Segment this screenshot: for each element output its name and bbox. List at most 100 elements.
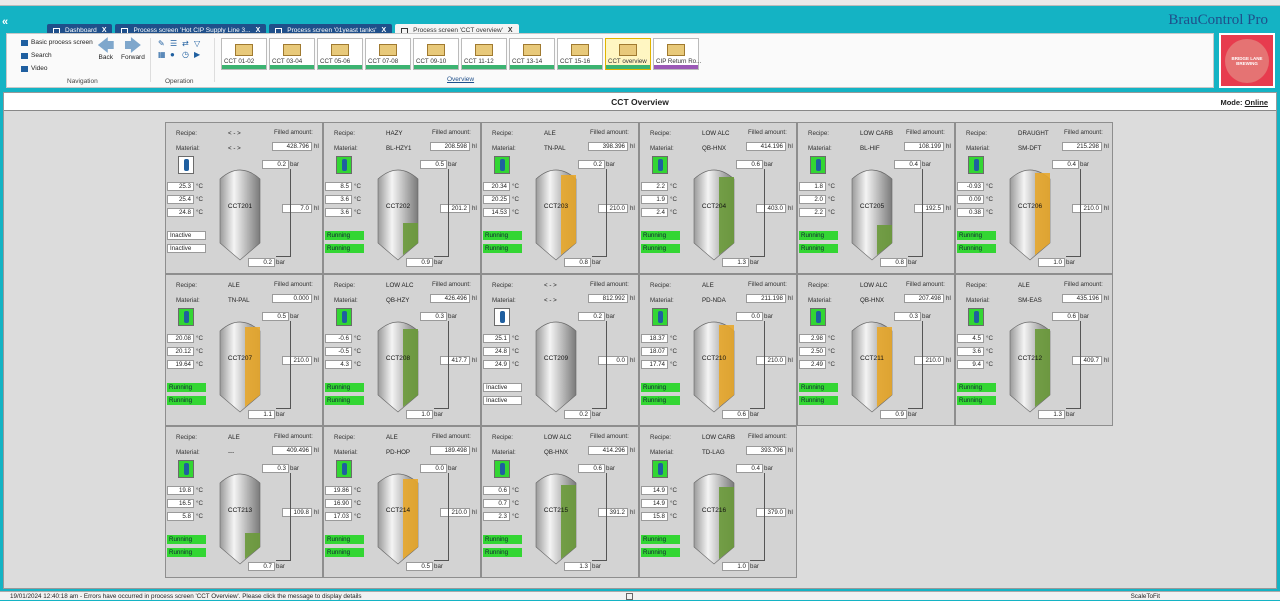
top-pressure-value: 0.4	[894, 160, 921, 169]
video-button[interactable]: Video	[21, 65, 48, 72]
temperature-unit: °C	[828, 209, 835, 216]
status-indicator: Running	[799, 231, 838, 240]
tank-vessel[interactable]: CCT210	[692, 315, 736, 415]
recipe-value: ALE	[1018, 282, 1030, 289]
clock-icon[interactable]: ◷	[182, 50, 192, 59]
tank-cell[interactable]: Recipe: LOW CARB Material: TD-LAG Filled amo…	[639, 426, 797, 578]
agitator-pump-icon[interactable]	[968, 308, 984, 326]
temperature-value: 18.37	[641, 334, 668, 343]
tank-cell[interactable]: Recipe: LOW ALC Material: QB-HNX Filled amou…	[797, 274, 955, 426]
tank-vessel[interactable]: CCT212	[1008, 315, 1052, 415]
tank-cell[interactable]: Recipe: LOW ALC Material: QB-HZY Filled amou…	[323, 274, 481, 426]
temperature-unit: °C	[354, 348, 361, 355]
filled-amount-label: Filled amount:	[748, 129, 787, 136]
pump-glyph	[816, 159, 821, 171]
tool-icon[interactable]: ⇄	[182, 39, 192, 48]
screen-thumbnail[interactable]: CCT 13-14	[509, 38, 555, 70]
overview-group-label[interactable]: Overview	[447, 76, 474, 83]
tank-cell[interactable]: Recipe: ALE Material: TN-PAL Filled amount: 3…	[481, 122, 639, 274]
tank-vessel[interactable]: CCT215	[534, 467, 578, 567]
tank-vessel[interactable]: CCT206	[1008, 163, 1052, 263]
tank-vessel[interactable]: CCT202	[376, 163, 420, 263]
agitator-pump-icon[interactable]	[336, 308, 352, 326]
tank-vessel[interactable]: CCT214	[376, 467, 420, 567]
tank-vessel[interactable]: CCT201	[218, 163, 262, 263]
screen-thumbnail[interactable]: CCT overview	[605, 38, 651, 70]
agitator-pump-icon[interactable]	[494, 156, 510, 174]
tank-cell[interactable]: Recipe: ALE Material: PD-NDA Filled amount: 2…	[639, 274, 797, 426]
search-button[interactable]: Search	[21, 52, 52, 59]
agitator-pump-icon[interactable]	[652, 156, 668, 174]
tank-cell[interactable]: Recipe: ALE Material: TN-PAL Filled amount: 0…	[165, 274, 323, 426]
screen-thumbnail[interactable]: CCT 05-06	[317, 38, 363, 70]
tool-icon[interactable]: ☰	[170, 39, 180, 48]
screen-thumbnail[interactable]: CCT 03-04	[269, 38, 315, 70]
agitator-pump-icon[interactable]	[178, 156, 194, 174]
tool-icon[interactable]: ▽	[194, 39, 204, 48]
alarm-icon[interactable]	[626, 593, 633, 600]
tank-cell[interactable]: Recipe: DRAUGHT Material: SM-DFT Filled amou…	[955, 122, 1113, 274]
screen-thumbnail[interactable]: CIP Return Ro...	[653, 38, 701, 70]
screen-thumbnail[interactable]: CCT 07-08	[365, 38, 411, 70]
tank-cell[interactable]: Recipe: LOW CARB Material: BL-HIF Filled amo…	[797, 122, 955, 274]
tank-vessel[interactable]: CCT213	[218, 467, 262, 567]
pipe-line	[750, 560, 765, 561]
tank-vessel[interactable]: CCT204	[692, 163, 736, 263]
forward-button[interactable]: 🡆 Forward	[121, 37, 145, 61]
pipe-line	[1066, 256, 1081, 257]
tank-cell[interactable]: Recipe: ALE Material: PD-HOP Filled amount: 1…	[323, 426, 481, 578]
material-value: QB-HNX	[544, 449, 569, 456]
agitator-pump-icon[interactable]	[810, 156, 826, 174]
grid-icon[interactable]: ▦	[158, 50, 168, 59]
tank-cell[interactable]: Recipe: ALE Material: SM-EAS Filled amount: 4…	[955, 274, 1113, 426]
collapse-sidebar-icon[interactable]: «	[2, 16, 8, 28]
tank-vessel[interactable]: CCT205	[850, 163, 894, 263]
agitator-pump-icon[interactable]	[494, 460, 510, 478]
agitator-pump-icon[interactable]	[336, 156, 352, 174]
pressure-unit: bar	[1080, 313, 1089, 320]
thumbnail-status-bar	[366, 65, 410, 69]
agitator-pump-icon[interactable]	[336, 460, 352, 478]
temperature-unit: °C	[828, 196, 835, 203]
agitator-pump-icon[interactable]	[652, 460, 668, 478]
tank-cell[interactable]: Recipe: ALE Material: --- Filled amount: 409.…	[165, 426, 323, 578]
recipe-label: Recipe:	[650, 434, 671, 441]
tank-cell[interactable]: Recipe: LOW ALC Material: QB-HNX Filled amou…	[481, 426, 639, 578]
temperature-unit: °C	[670, 487, 677, 494]
tool-icon[interactable]: ✎	[158, 39, 168, 48]
tank-graphic	[693, 321, 735, 413]
screen-thumbnail[interactable]: CCT 11-12	[461, 38, 507, 70]
filled-amount-value: 435.196	[1062, 294, 1102, 303]
tank-cell[interactable]: Recipe: HAZY Material: BL-HZY1 Filled amount…	[323, 122, 481, 274]
screen-thumbnail[interactable]: CCT 09-10	[413, 38, 459, 70]
temperature-unit: °C	[512, 500, 519, 507]
screen-thumbnail[interactable]: CCT 15-16	[557, 38, 603, 70]
tank-cell[interactable]: Recipe: LOW ALC Material: QB-HNX Filled amou…	[639, 122, 797, 274]
tank-vessel[interactable]: CCT203	[534, 163, 578, 263]
play-icon[interactable]: ▶	[194, 50, 204, 59]
back-button[interactable]: 🡄 Back	[97, 37, 115, 61]
tank-vessel[interactable]: CCT207	[218, 315, 262, 415]
stop-icon[interactable]: ●	[170, 50, 180, 59]
agitator-pump-icon[interactable]	[652, 308, 668, 326]
agitator-pump-icon[interactable]	[810, 308, 826, 326]
tank-vessel[interactable]: CCT209	[534, 315, 578, 415]
agitator-pump-icon[interactable]	[178, 308, 194, 326]
level-unit: hl	[472, 205, 477, 212]
mode-value[interactable]: Online	[1245, 98, 1268, 107]
tank-cell[interactable]: Recipe: < - > Material: < - > Filled amount:…	[165, 122, 323, 274]
recipe-value: DRAUGHT	[1018, 130, 1049, 137]
temperature-value: 16.90	[325, 499, 352, 508]
tank-vessel[interactable]: CCT211	[850, 315, 894, 415]
tank-cell[interactable]: Recipe: < - > Material: < - > Filled amount:…	[481, 274, 639, 426]
screen-thumbnail[interactable]: CCT 01-02	[221, 38, 267, 70]
thumbnail-preview	[619, 44, 637, 56]
tank-vessel[interactable]: CCT208	[376, 315, 420, 415]
agitator-pump-icon[interactable]	[968, 156, 984, 174]
basic-process-screen-button[interactable]: Basic process screen	[21, 39, 93, 46]
level-unit: hl	[946, 205, 951, 212]
filled-amount-value: 812.992	[588, 294, 628, 303]
tank-vessel[interactable]: CCT216	[692, 467, 736, 567]
agitator-pump-icon[interactable]	[494, 308, 510, 326]
agitator-pump-icon[interactable]	[178, 460, 194, 478]
